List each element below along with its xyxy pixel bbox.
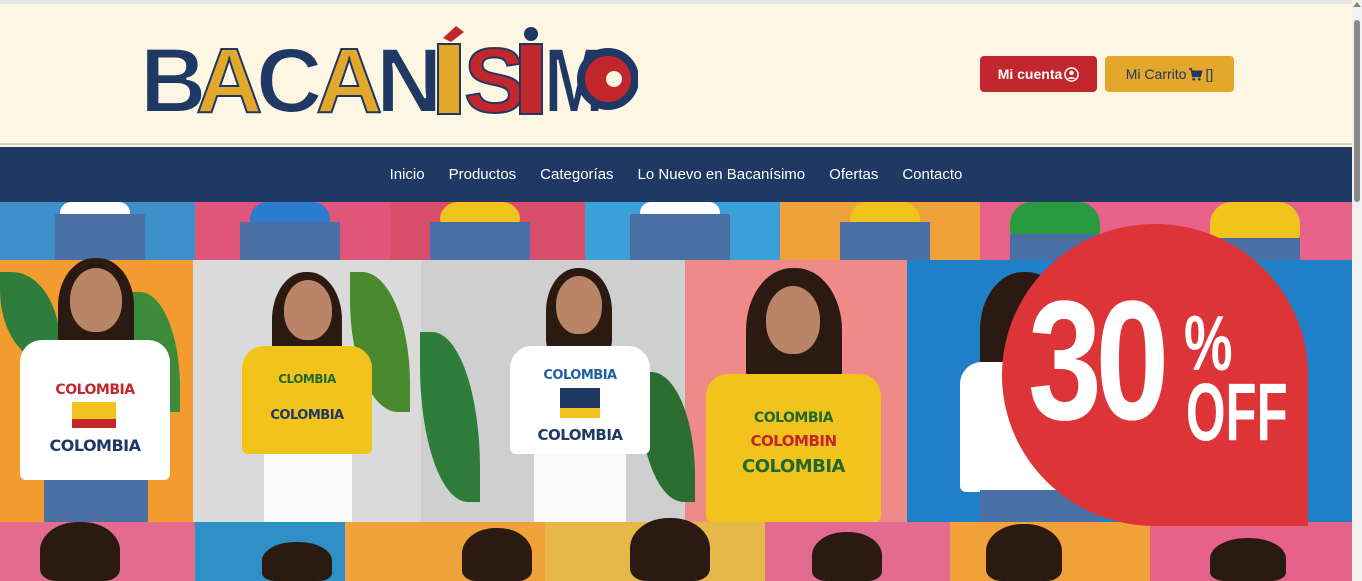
jeans-graphic xyxy=(240,222,340,260)
flag-graphic xyxy=(560,388,600,418)
site-logo[interactable]: B A C A N S M xyxy=(138,22,638,122)
my-account-button[interactable]: Mi cuenta xyxy=(980,56,1097,92)
nav-item-productos[interactable]: Productos xyxy=(449,166,517,183)
model-photo xyxy=(812,532,882,581)
logo-letter-a2: A xyxy=(316,30,382,122)
shirt-print-text: COLOMBIA xyxy=(543,368,617,383)
logo-letter-c: C xyxy=(256,30,322,122)
logo-letter-n: N xyxy=(376,30,442,122)
model-photo: COLOMBIA COLOMBIA xyxy=(20,258,170,522)
page-scrollbar[interactable] xyxy=(1352,0,1362,581)
shirt-graphic xyxy=(850,202,920,224)
model-photo xyxy=(986,524,1062,581)
model-photo: CLOMBIA COLOMBIA xyxy=(242,272,372,522)
shirt-print-text: COLOMBIA xyxy=(270,408,344,423)
account-button-label: Mi cuenta xyxy=(997,66,1063,82)
shirt-print-text: COLOMBIA xyxy=(537,426,623,444)
jeans-graphic xyxy=(840,222,930,260)
flag-graphic xyxy=(72,402,116,428)
model-photo xyxy=(262,542,332,581)
nav-item-categorias[interactable]: Categorías xyxy=(540,166,613,183)
main-navigation: Inicio Productos Categorías Lo Nuevo en … xyxy=(0,147,1352,202)
discount-badge[interactable]: 30 % OFF xyxy=(1002,224,1308,526)
logo-dot xyxy=(524,27,538,41)
pants-graphic xyxy=(264,454,352,522)
cart-count: [] xyxy=(1205,66,1214,82)
shirt-print-text: COLOMBIN xyxy=(750,432,837,450)
shirt-print-text: COLOMBIA xyxy=(55,382,135,398)
site-header: B A C A N S M Mi cuenta Mi Carrito [] xyxy=(0,4,1352,145)
shirt-graphic xyxy=(1210,202,1300,240)
logo-letter-i xyxy=(437,43,461,115)
model-photo xyxy=(462,528,532,581)
jeans-graphic xyxy=(630,214,730,260)
my-cart-button[interactable]: Mi Carrito [] xyxy=(1105,56,1234,92)
model-photo xyxy=(1210,538,1286,581)
nav-item-inicio[interactable]: Inicio xyxy=(390,166,425,183)
shirt-print-text: COLOMBIA xyxy=(49,436,141,455)
cart-button-label: Mi Carrito xyxy=(1125,66,1187,82)
shopping-cart-icon xyxy=(1188,67,1204,82)
nav-item-lo-nuevo[interactable]: Lo Nuevo en Bacanísimo xyxy=(638,166,806,183)
model-photo xyxy=(630,518,710,581)
discount-off-label: OFF xyxy=(1186,367,1288,458)
jeans-graphic xyxy=(430,222,530,260)
nav-item-ofertas[interactable]: Ofertas xyxy=(829,166,878,183)
shirt-print-text: CLOMBIA xyxy=(278,372,336,386)
model-photo: COLOMBIA COLOMBIN COLOMBIA xyxy=(706,268,881,522)
discount-number: 30 xyxy=(1028,266,1169,456)
shirt-graphic xyxy=(440,202,520,224)
logo-letter-i2 xyxy=(519,43,543,115)
user-circle-icon xyxy=(1064,66,1080,82)
shirt-graphic xyxy=(1010,202,1100,236)
scroll-up-arrow-icon[interactable] xyxy=(1353,2,1361,7)
shirt-print-text: COLOMBIA xyxy=(753,410,834,426)
hero-banner[interactable]: COLOMBIA COLOMBIA CLOMBIA COLOMBIA COLOM… xyxy=(0,202,1352,581)
shirt-graphic xyxy=(250,202,330,224)
pants-graphic xyxy=(534,454,626,522)
scrollbar-thumb[interactable] xyxy=(1354,20,1360,202)
logo-letter-a: A xyxy=(196,30,262,122)
logo-wordmark-graphic: B A C A N S M xyxy=(139,26,638,122)
jeans-graphic xyxy=(55,214,145,260)
logo-letter-s: S xyxy=(464,30,525,122)
logo-letter-o-inner xyxy=(606,71,622,87)
logo-accent xyxy=(443,26,464,42)
model-photo xyxy=(40,522,120,581)
shirt-print-text: COLOMBIA xyxy=(742,456,845,477)
nav-item-contacto[interactable]: Contacto xyxy=(902,166,962,183)
model-photo: COLOMBIA COLOMBIA xyxy=(510,268,650,522)
